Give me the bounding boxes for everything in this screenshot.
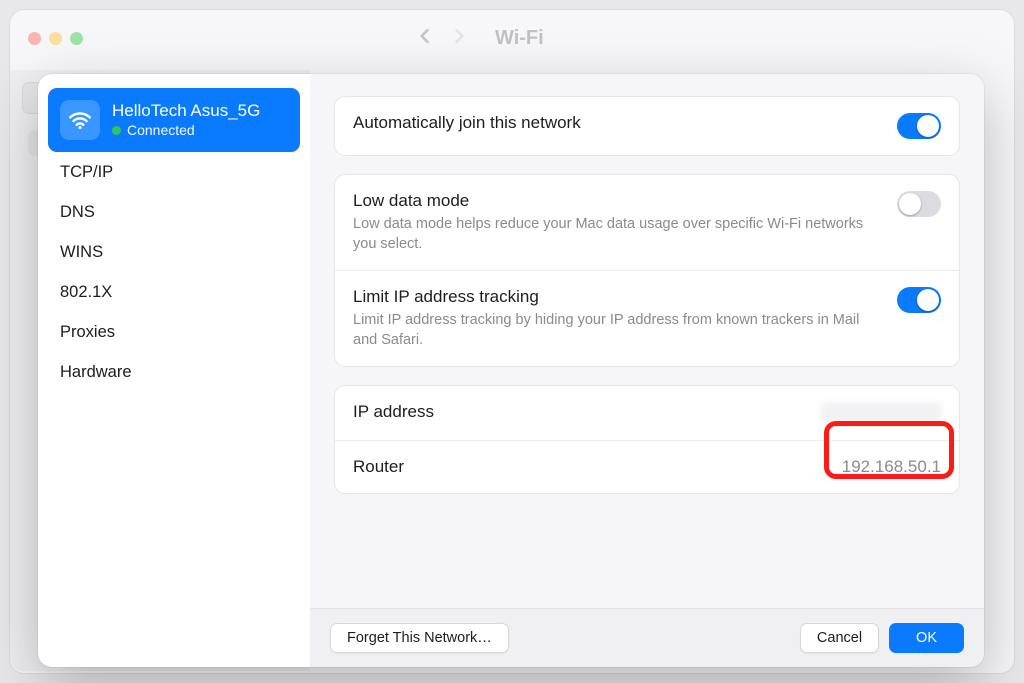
- router-label: Router: [353, 457, 826, 477]
- network-details-sheet: HelloTech Asus_5G Connected TCP/IP DNS W…: [38, 74, 984, 667]
- sheet-content: Automatically join this network Low data…: [310, 74, 984, 667]
- sheet-sidebar: HelloTech Asus_5G Connected TCP/IP DNS W…: [38, 74, 310, 667]
- forget-network-button[interactable]: Forget This Network…: [330, 623, 509, 653]
- limit-tracking-toggle[interactable]: [897, 287, 941, 313]
- network-status: Connected: [127, 122, 195, 139]
- cancel-button[interactable]: Cancel: [800, 623, 879, 653]
- network-name: HelloTech Asus_5G: [112, 101, 260, 121]
- limit-tracking-label: Limit IP address tracking: [353, 287, 881, 307]
- auto-join-label: Automatically join this network: [353, 113, 881, 133]
- ok-button[interactable]: OK: [889, 623, 964, 653]
- sidebar-item-network[interactable]: HelloTech Asus_5G Connected: [48, 88, 300, 152]
- sidebar-item-wins[interactable]: WINS: [48, 232, 300, 272]
- sidebar-item-tcpip[interactable]: TCP/IP: [48, 152, 300, 192]
- ip-address-value-redacted: [821, 402, 941, 424]
- status-dot-icon: [112, 126, 121, 135]
- low-data-label: Low data mode: [353, 191, 881, 211]
- limit-tracking-desc: Limit IP address tracking by hiding your…: [353, 311, 881, 350]
- group-addresses: IP address Router 192.168.50.1: [334, 385, 960, 494]
- group-auto-join: Automatically join this network: [334, 96, 960, 156]
- ip-address-label: IP address: [353, 402, 805, 422]
- low-data-toggle[interactable]: [897, 191, 941, 217]
- auto-join-toggle[interactable]: [897, 113, 941, 139]
- sidebar-item-hardware[interactable]: Hardware: [48, 352, 300, 392]
- sidebar-item-8021x[interactable]: 802.1X: [48, 272, 300, 312]
- sidebar-item-dns[interactable]: DNS: [48, 192, 300, 232]
- sheet-footer: Forget This Network… Cancel OK: [310, 608, 984, 667]
- router-value: 192.168.50.1: [842, 457, 941, 477]
- group-privacy: Low data mode Low data mode helps reduce…: [334, 174, 960, 367]
- settings-scroll[interactable]: Automatically join this network Low data…: [310, 74, 984, 608]
- low-data-desc: Low data mode helps reduce your Mac data…: [353, 215, 881, 254]
- sidebar-item-proxies[interactable]: Proxies: [48, 312, 300, 352]
- wifi-icon: [60, 100, 100, 140]
